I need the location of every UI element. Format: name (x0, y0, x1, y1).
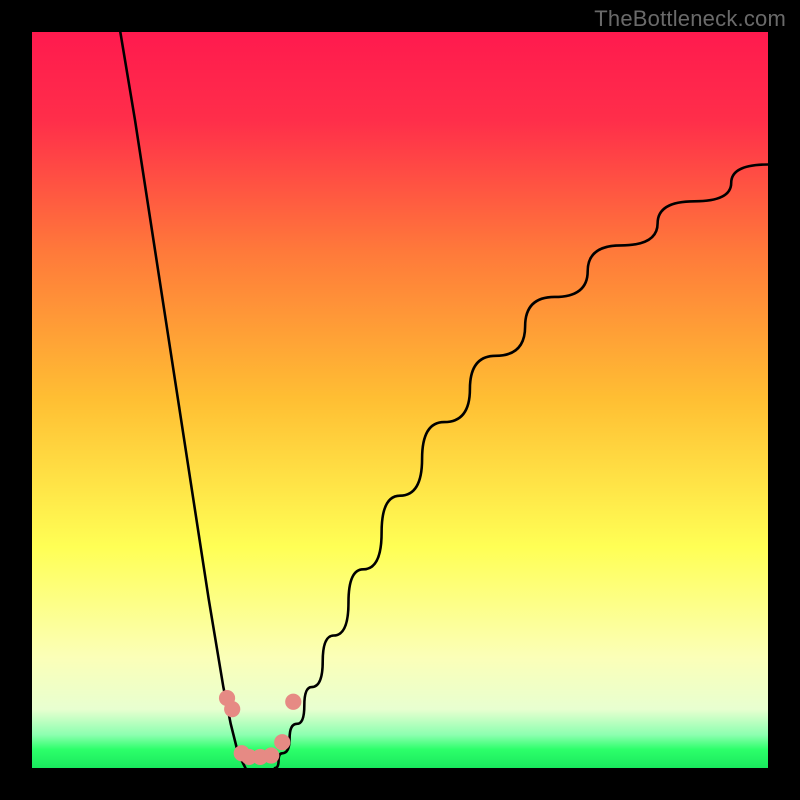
marker-dot (224, 701, 240, 717)
marker-dot (285, 694, 301, 710)
marker-dot (263, 747, 279, 763)
curves-layer (32, 32, 768, 768)
watermark-text: TheBottleneck.com (594, 6, 786, 32)
marker-dot (274, 734, 290, 750)
outer-black-frame: TheBottleneck.com (0, 0, 800, 800)
curve-right-arm (275, 164, 768, 768)
curve-left-arm (120, 32, 245, 768)
plot-area (32, 32, 768, 768)
